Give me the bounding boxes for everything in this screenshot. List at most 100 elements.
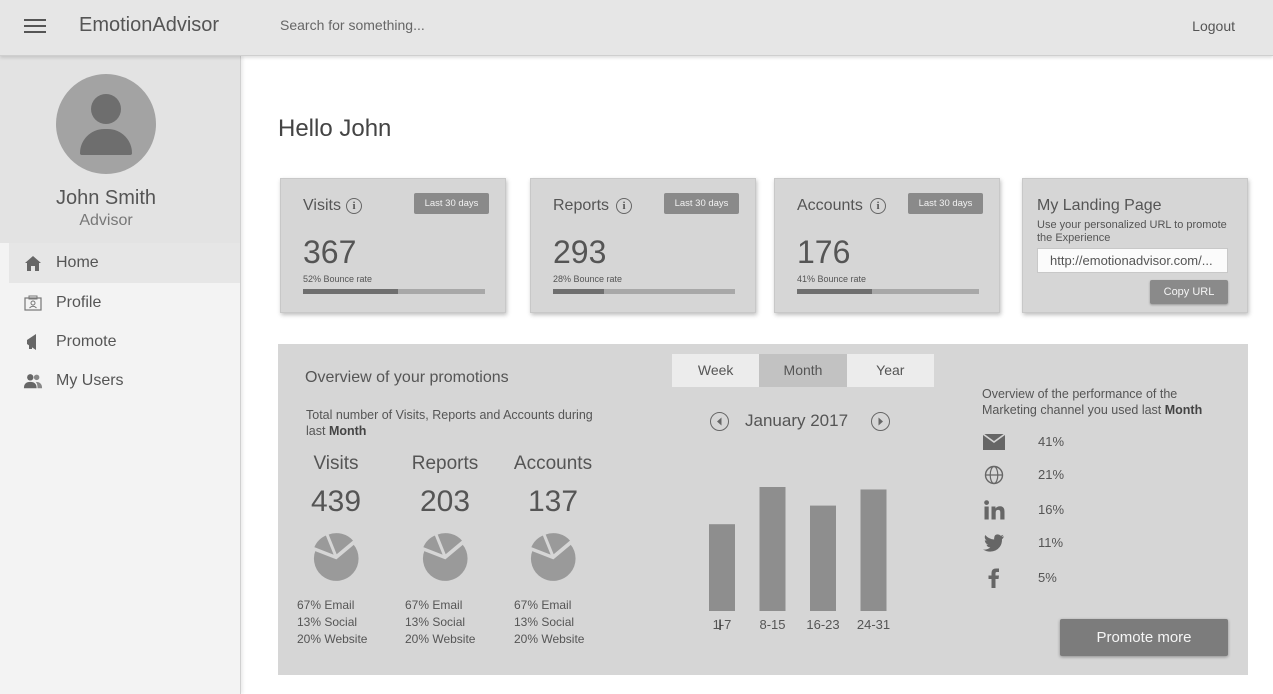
metric-value: 439: [310, 485, 362, 518]
twitter-icon: [982, 531, 1006, 555]
chevron-right-icon: [878, 417, 883, 426]
profile-card-icon: [23, 293, 43, 313]
top-bar: EmotionAdvisor Logout: [0, 0, 1273, 56]
monthly-bar-chart: [709, 487, 887, 611]
card-title: Reports: [553, 197, 610, 214]
sidebar-item-label: Home: [56, 254, 99, 271]
channel-percentage: 11%: [1038, 535, 1064, 550]
bar-label: 8-15: [759, 617, 786, 632]
landing-url-field[interactable]: [1037, 248, 1228, 273]
breakdown-social: 13% Social: [405, 615, 466, 629]
promote-more-button[interactable]: Promote more: [1060, 619, 1228, 656]
bar-16-23[interactable]: [810, 505, 836, 611]
megaphone-icon: [23, 332, 43, 352]
breakdown-social: 13% Social: [514, 615, 575, 629]
info-icon[interactable]: i: [616, 198, 632, 214]
avatar[interactable]: [56, 74, 156, 174]
next-month-button[interactable]: [871, 412, 890, 431]
bounce-rate-fill: [553, 289, 604, 294]
page-title: Hello John: [278, 115, 392, 142]
reports-pie-chart: [421, 531, 469, 583]
breakdown-website: 20% Website: [297, 632, 368, 646]
info-icon[interactable]: i: [346, 198, 362, 214]
reports-card: Reports i Last 30 days 293 28% Bounce ra…: [530, 178, 756, 313]
search-input[interactable]: [272, 10, 652, 40]
user-role: Advisor: [79, 212, 133, 229]
channel-percentage: 5%: [1038, 570, 1057, 585]
bar-24-31[interactable]: [860, 489, 887, 611]
overview-title: Overview of your promotions: [305, 369, 509, 386]
bounce-rate-bar: [797, 289, 979, 294]
period-badge[interactable]: Last 30 days: [664, 193, 739, 214]
bounce-rate-fill: [797, 289, 872, 294]
logout-link[interactable]: Logout: [1192, 18, 1235, 34]
channel-percentage: 21%: [1038, 467, 1065, 482]
metric-value: 137: [527, 485, 579, 518]
breakdown-social: 13% Social: [297, 615, 358, 629]
bounce-rate-label: 41% Bounce rate: [797, 274, 867, 284]
sidebar-item-promote[interactable]: Promote: [9, 322, 240, 361]
sidebar-item-home[interactable]: Home: [9, 243, 240, 283]
visits-breakdown: 67% Email 13% Social 20% Website: [297, 597, 367, 648]
home-icon: [23, 253, 43, 273]
channels-description: Overview of the performance of the Marke…: [982, 386, 1227, 418]
channel-row-linkedin: 16%: [982, 498, 1102, 522]
card-title: Visits: [303, 197, 341, 214]
prev-month-button[interactable]: [710, 412, 729, 431]
reports-breakdown: 67% Email 13% Social 20% Website: [405, 597, 475, 648]
tab-week[interactable]: Week: [672, 354, 759, 387]
period-tabs: Week Month Year: [672, 354, 934, 387]
user-name: John Smith: [55, 187, 157, 209]
landing-page-title: My Landing Page: [1037, 197, 1162, 214]
breakdown-email: 67% Email: [405, 598, 463, 612]
tab-month[interactable]: Month: [759, 354, 847, 387]
text-cursor-icon: I: [718, 618, 723, 634]
facebook-icon: [982, 566, 1006, 590]
channel-row-twitter: 11%: [982, 531, 1102, 555]
metric-label: Visits: [313, 453, 359, 474]
period-badge[interactable]: Last 30 days: [908, 193, 983, 214]
channel-percentage: 41%: [1038, 434, 1065, 449]
card-title: Accounts: [797, 197, 863, 214]
card-value: 176: [797, 234, 851, 270]
channel-row-facebook: 5%: [982, 566, 1102, 590]
card-value: 367: [303, 234, 357, 270]
bar-label: 24-31: [856, 617, 891, 632]
users-icon: [23, 371, 43, 391]
sidebar: John Smith Advisor Home Profile Promote: [0, 56, 241, 694]
bounce-rate-fill: [303, 289, 398, 294]
menu-icon[interactable]: [24, 17, 46, 35]
period-badge[interactable]: Last 30 days: [414, 193, 489, 214]
calendar-month: January 2017: [745, 411, 849, 430]
profile-area: John Smith Advisor: [0, 56, 240, 243]
overview-description-period: Month: [328, 424, 367, 438]
metric-label: Reports: [411, 453, 479, 474]
overview-description: Total number of Visits, Reports and Acco…: [306, 407, 596, 439]
copy-url-button[interactable]: Copy URL: [1150, 280, 1228, 304]
visits-card: Visits i Last 30 days 367 52% Bounce rat…: [280, 178, 506, 313]
channel-percentage: 16%: [1038, 502, 1065, 517]
visits-pie-chart: [312, 531, 360, 583]
landing-page-description: Use your personalized URL to promote the…: [1037, 219, 1227, 244]
bar-label: 16-23: [806, 617, 840, 632]
channel-row-email: 41%: [982, 430, 1102, 454]
breakdown-email: 67% Email: [297, 598, 355, 612]
info-icon[interactable]: i: [870, 198, 886, 214]
tab-year[interactable]: Year: [847, 354, 934, 387]
linkedin-icon: [982, 498, 1006, 522]
bar-1-7[interactable]: [709, 524, 735, 611]
sidebar-item-my-users[interactable]: My Users: [9, 361, 240, 400]
app-brand[interactable]: EmotionAdvisor: [79, 14, 219, 37]
bar-chart-labels: 1-7 8-15 16-23 24-31: [696, 617, 902, 637]
bounce-rate-label: 28% Bounce rate: [553, 274, 623, 284]
accounts-card: Accounts i Last 30 days 176 41% Bounce r…: [774, 178, 1000, 313]
sidebar-item-profile[interactable]: Profile: [9, 283, 240, 322]
sidebar-item-label: Profile: [56, 293, 102, 311]
sidebar-nav: Home Profile Promote My Users: [9, 243, 240, 400]
landing-page-card: My Landing Page Use your personalized UR…: [1022, 178, 1248, 313]
chevron-left-icon: [717, 417, 722, 426]
sidebar-item-label: My Users: [56, 371, 124, 389]
bar-8-15[interactable]: [759, 487, 786, 611]
accounts-breakdown: 67% Email 13% Social 20% Website: [514, 597, 584, 648]
bounce-rate-bar: [303, 289, 485, 294]
